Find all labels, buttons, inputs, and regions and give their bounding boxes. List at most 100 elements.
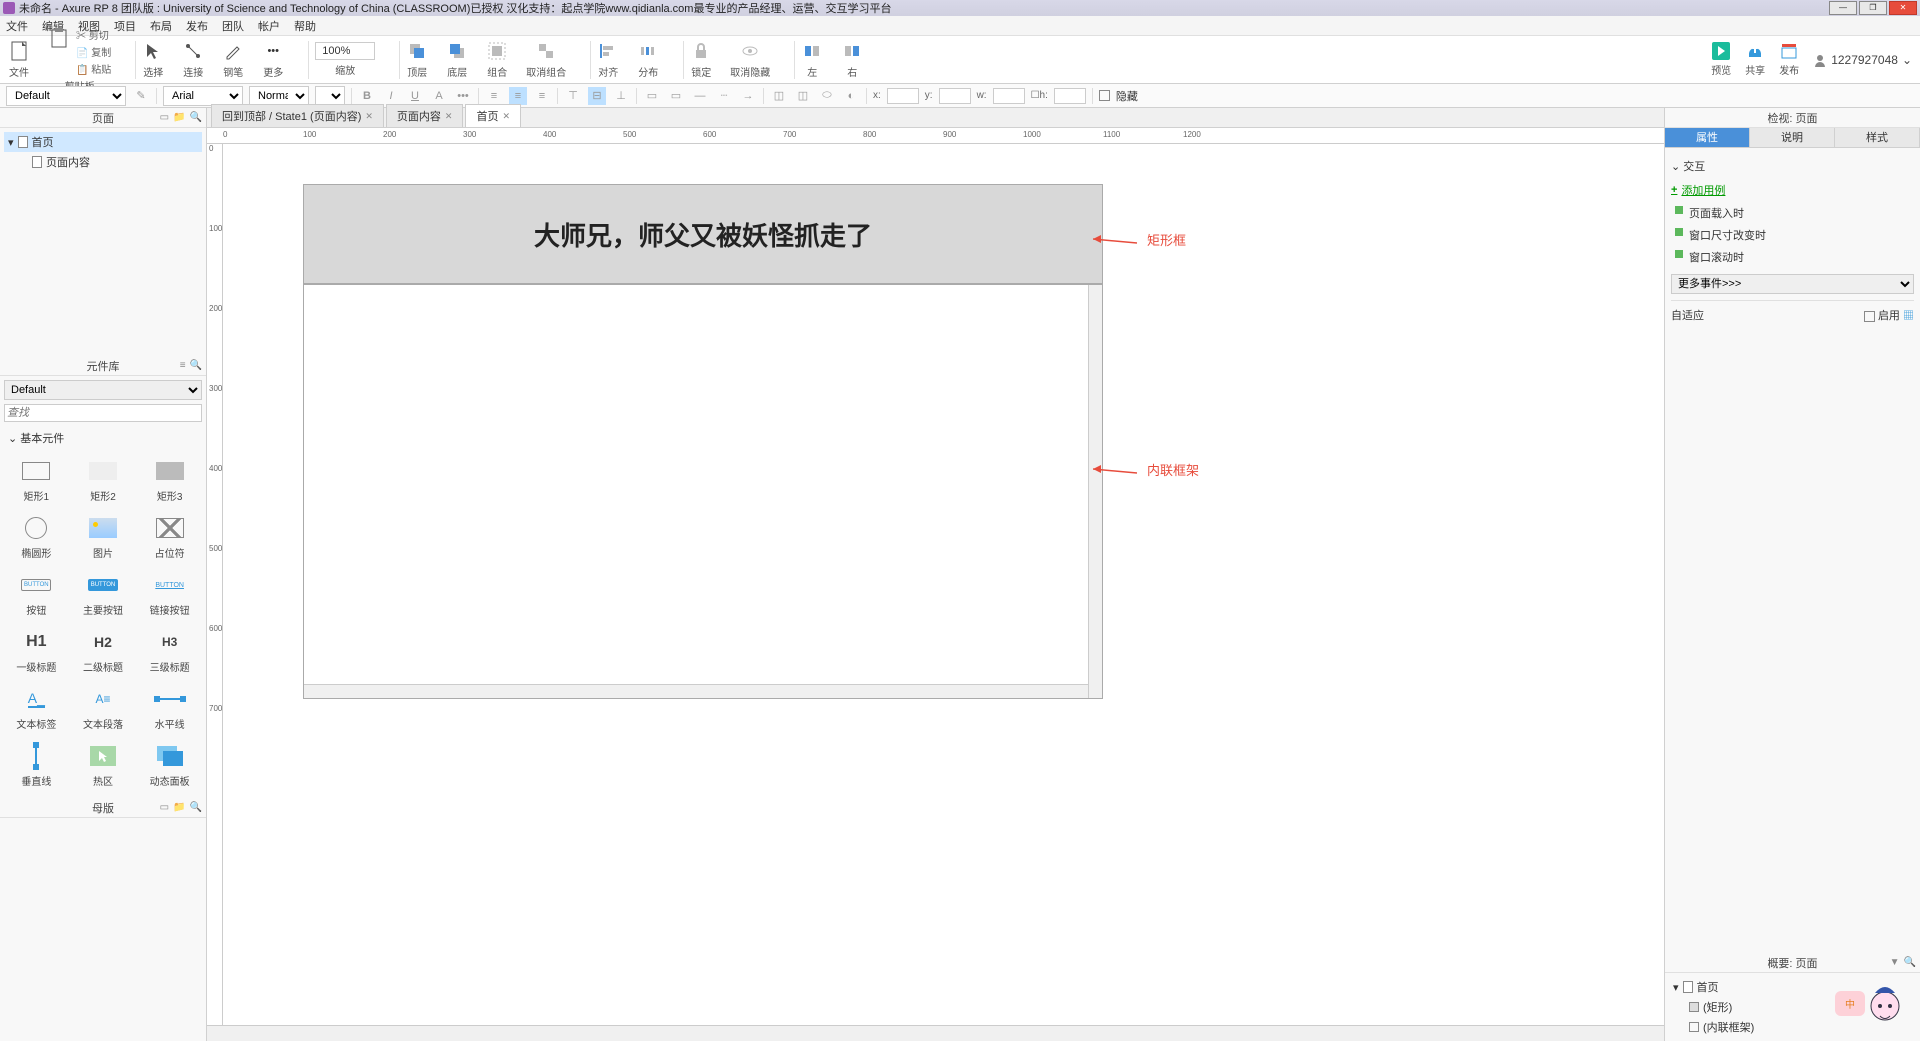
arrow-button[interactable]: → xyxy=(739,87,757,105)
interaction-section[interactable]: ⌄ 交互 xyxy=(1671,154,1914,178)
tool-file[interactable]: 文件 xyxy=(8,40,30,79)
widget-image[interactable]: 图片 xyxy=(71,511,136,566)
widget-h3[interactable]: H3三级标题 xyxy=(137,625,202,680)
text-color-button[interactable]: A xyxy=(430,87,448,105)
menu-project[interactable]: 项目 xyxy=(114,18,136,34)
widget-button[interactable]: BUTTON按钮 xyxy=(4,568,69,623)
event-window-resize[interactable]: 窗口尺寸改变时 xyxy=(1671,224,1914,246)
tool-lock[interactable]: 锁定 xyxy=(690,40,712,79)
widget-placeholder[interactable]: 占位符 xyxy=(137,511,202,566)
adaptive-settings-icon[interactable]: ▦ xyxy=(1903,310,1914,322)
tool-unhide[interactable]: 取消隐藏 xyxy=(730,40,770,79)
align-right-button[interactable]: ≡ xyxy=(533,87,551,105)
canvas-scrollbar-h[interactable] xyxy=(207,1025,1664,1041)
close-icon[interactable]: ✕ xyxy=(365,111,373,122)
corner-button[interactable]: ⬭ xyxy=(818,87,836,105)
opacity-button[interactable]: ◐ xyxy=(842,87,860,105)
widget-ellipse[interactable]: 椭圆形 xyxy=(4,511,69,566)
underline-button[interactable]: U xyxy=(406,87,424,105)
library-select[interactable]: Default xyxy=(4,380,202,400)
iframe-scrollbar-v[interactable] xyxy=(1088,285,1102,698)
weight-select[interactable]: Normal xyxy=(249,86,309,106)
preview-button[interactable]: 预览 xyxy=(1711,42,1731,77)
minimize-button[interactable]: — xyxy=(1829,1,1857,15)
text-more-button[interactable]: ••• xyxy=(454,87,472,105)
tool-more[interactable]: •••更多 xyxy=(262,40,284,79)
menu-publish[interactable]: 发布 xyxy=(186,18,208,34)
tool-group-btn[interactable]: 组合 xyxy=(486,40,508,79)
bold-button[interactable]: B xyxy=(358,87,376,105)
publish-button[interactable]: 发布 xyxy=(1779,42,1799,77)
inspector-tab-style[interactable]: 样式 xyxy=(1835,128,1920,147)
size-select[interactable]: 13 xyxy=(315,86,345,106)
line-style-button[interactable]: ┈ xyxy=(715,87,733,105)
tool-align-left[interactable]: 左 xyxy=(801,40,823,79)
tool-select[interactable]: 选择 xyxy=(142,40,164,79)
copy-button[interactable]: 📄 复制 xyxy=(76,44,111,59)
tool-ungroup[interactable]: 取消组合 xyxy=(526,40,566,79)
outer-shadow-button[interactable]: ◫ xyxy=(770,87,788,105)
library-search-icon[interactable]: 🔍 xyxy=(190,360,202,371)
library-search-input[interactable] xyxy=(4,404,202,422)
restore-button[interactable]: ❐ xyxy=(1859,1,1887,15)
paste-button[interactable]: 📋 粘贴 xyxy=(76,61,111,76)
master-search-icon[interactable]: 🔍 xyxy=(190,802,202,813)
align-left-button[interactable]: ≡ xyxy=(485,87,503,105)
add-master-icon[interactable]: ▭ xyxy=(160,802,169,813)
paste-icon[interactable] xyxy=(48,27,70,49)
hide-checkbox[interactable] xyxy=(1099,90,1110,101)
tool-pen[interactable]: 钢笔 xyxy=(222,40,244,79)
master-folder-icon[interactable]: 📁 xyxy=(173,802,185,813)
add-case-button[interactable]: + 添加用例 xyxy=(1671,178,1914,202)
inspector-tab-properties[interactable]: 属性 xyxy=(1665,128,1750,147)
outline-filter-icon[interactable]: ▼ xyxy=(1890,957,1900,968)
expand-icon[interactable]: ▾ xyxy=(8,136,14,149)
align-center-button[interactable]: ≡ xyxy=(509,87,527,105)
iframe-scrollbar-h[interactable] xyxy=(304,684,1088,698)
canvas-iframe-widget[interactable] xyxy=(303,284,1103,699)
valign-top-button[interactable]: ⊤ xyxy=(564,87,582,105)
page-tree-item[interactable]: 页面内容 xyxy=(4,152,202,172)
event-window-scroll[interactable]: 窗口滚动时 xyxy=(1671,246,1914,268)
user-menu[interactable]: 1227927048 ⌄ xyxy=(1813,53,1912,67)
widget-rect-light[interactable]: 矩形2 xyxy=(71,454,136,509)
search-page-icon[interactable]: 🔍 xyxy=(190,112,202,123)
close-button[interactable]: ✕ xyxy=(1889,1,1917,15)
more-events-select[interactable]: 更多事件>>> xyxy=(1671,274,1914,294)
library-menu-icon[interactable]: ≡ xyxy=(180,360,186,371)
widget-dpanel[interactable]: 动态面板 xyxy=(137,739,202,794)
canvas-tab[interactable]: 首页✕ xyxy=(465,104,521,127)
menu-account[interactable]: 帐户 xyxy=(258,18,280,34)
outline-search-icon[interactable]: 🔍 xyxy=(1904,957,1916,968)
library-section-title[interactable]: ⌄ 基本元件 xyxy=(0,426,206,450)
y-input[interactable] xyxy=(939,88,971,104)
menu-file[interactable]: 文件 xyxy=(6,18,28,34)
tool-distribute[interactable]: 分布 xyxy=(637,40,659,79)
italic-button[interactable]: I xyxy=(382,87,400,105)
tool-align[interactable]: 对齐 xyxy=(597,40,619,79)
x-input[interactable] xyxy=(887,88,919,104)
inner-shadow-button[interactable]: ◫ xyxy=(794,87,812,105)
widget-text-label[interactable]: A_文本标签 xyxy=(4,682,69,737)
fill-button[interactable]: ▭ xyxy=(643,87,661,105)
canvas-tab[interactable]: 页面内容✕ xyxy=(386,104,464,127)
menu-team[interactable]: 团队 xyxy=(222,18,244,34)
widget-rect-outline[interactable]: 矩形1 xyxy=(4,454,69,509)
widget-button-link[interactable]: BUTTON链接按钮 xyxy=(137,568,202,623)
inspector-tab-notes[interactable]: 说明 xyxy=(1750,128,1835,147)
valign-bot-button[interactable]: ⊥ xyxy=(612,87,630,105)
tool-front[interactable]: 顶层 xyxy=(406,40,428,79)
canvas-rectangle-widget[interactable]: 大师兄，师父又被妖怪抓走了 xyxy=(303,184,1103,284)
h-input[interactable] xyxy=(1054,88,1086,104)
line-color-button[interactable]: ▭ xyxy=(667,87,685,105)
widget-button-primary[interactable]: BUTTON主要按钮 xyxy=(71,568,136,623)
canvas-tab[interactable]: 回到顶部 / State1 (页面内容)✕ xyxy=(211,104,384,127)
share-button[interactable]: 共享 xyxy=(1745,42,1765,77)
close-icon[interactable]: ✕ xyxy=(445,111,453,122)
canvas-scroll[interactable]: 大师兄，师父又被妖怪抓走了 矩形框 内联框架 xyxy=(223,144,1664,1025)
enable-adaptive-checkbox[interactable] xyxy=(1864,311,1875,322)
menu-layout[interactable]: 布局 xyxy=(150,18,172,34)
widget-hotspot[interactable]: 热区 xyxy=(71,739,136,794)
cut-button[interactable]: ✂ 剪切 xyxy=(76,27,111,42)
widget-h2[interactable]: H2二级标题 xyxy=(71,625,136,680)
